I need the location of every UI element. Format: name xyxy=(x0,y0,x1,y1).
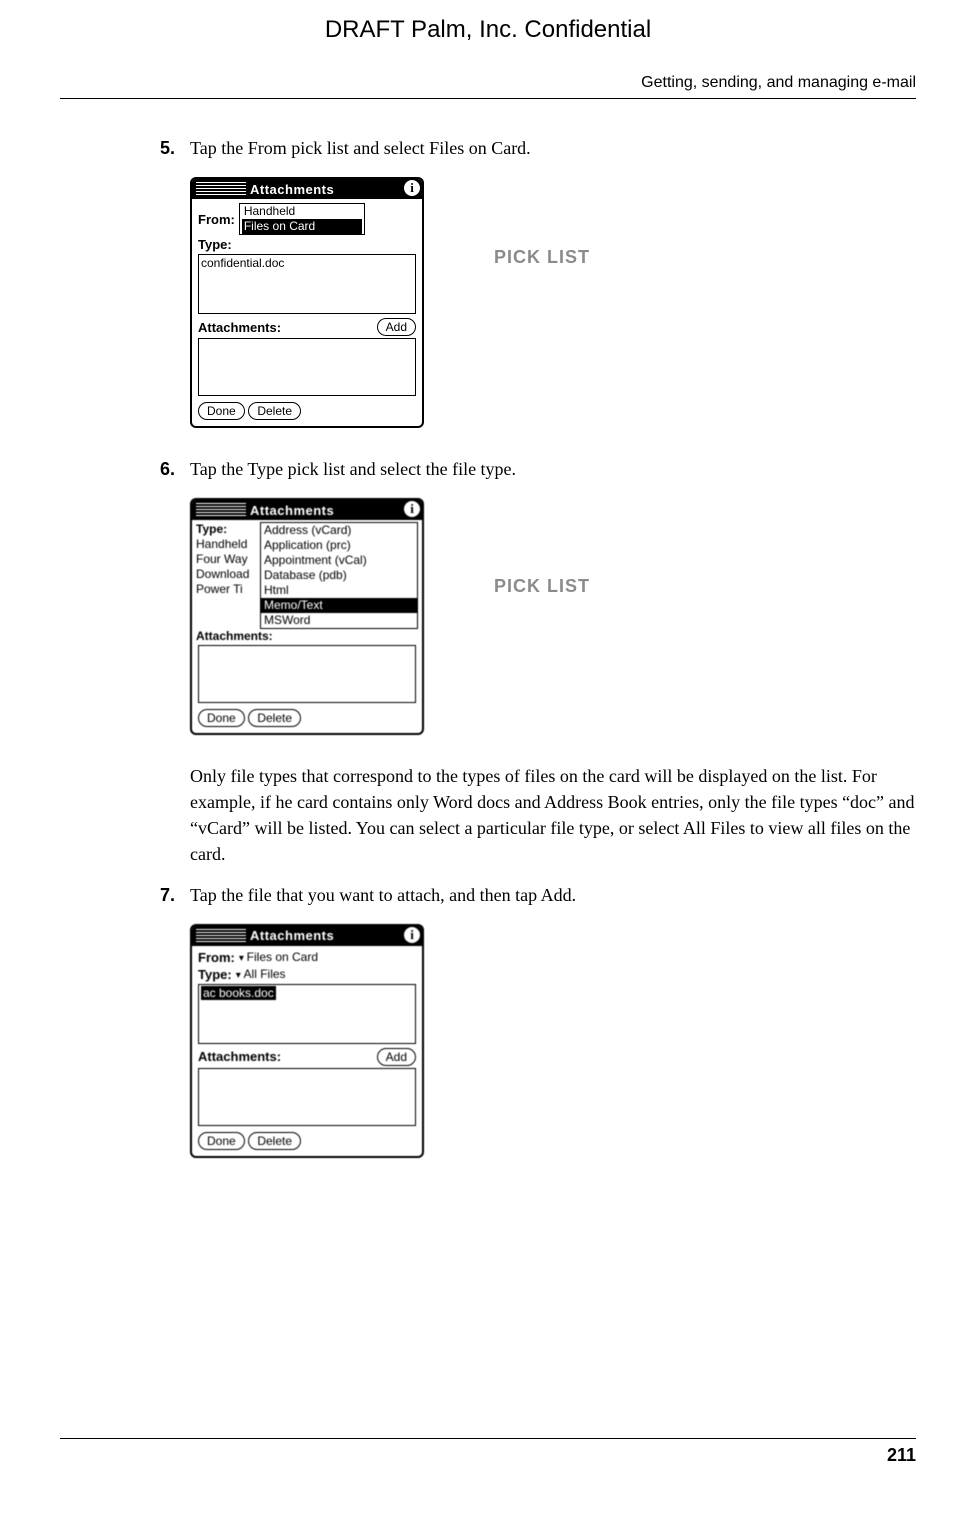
dialog2-title: Attachments xyxy=(250,503,334,518)
dialog2-left-column: Type: Handheld Four Way Download Power T… xyxy=(196,522,260,629)
titlebar-stripes xyxy=(196,929,246,943)
step-5-number: 5. xyxy=(160,135,190,161)
delete-button[interactable]: Delete xyxy=(248,1132,301,1150)
step-7-text: Tap the file that you want to attach, an… xyxy=(190,882,916,908)
titlebar-stripes xyxy=(196,182,246,196)
type-option-selected[interactable]: Memo/Text xyxy=(261,598,417,613)
attachments-list[interactable] xyxy=(198,1068,416,1126)
picklist-callout-2: PICK LIST xyxy=(494,576,590,597)
left-item: Four Way xyxy=(196,552,260,567)
from-label: From: xyxy=(198,950,235,965)
type-option[interactable]: Appointment (vCal) xyxy=(261,553,417,568)
dialog3-titlebar: Attachments i xyxy=(192,926,422,946)
from-picklist-value[interactable]: Files on Card xyxy=(239,950,318,964)
step-6: 6. Tap the Type pick list and select the… xyxy=(160,456,916,482)
step-5-text: Tap the From pick list and select Files … xyxy=(190,135,916,161)
type-option[interactable]: MSWord xyxy=(261,613,417,628)
type-option[interactable]: Html xyxy=(261,583,417,598)
step-6-note: Only file types that correspond to the t… xyxy=(190,763,916,867)
type-picklist-value[interactable]: All Files xyxy=(236,967,286,981)
attachments-list[interactable] xyxy=(198,645,416,703)
left-item: Power Ti xyxy=(196,582,260,597)
step-7: 7. Tap the file that you want to attach,… xyxy=(160,882,916,908)
left-item: Download xyxy=(196,567,260,582)
done-button[interactable]: Done xyxy=(198,402,245,420)
figure-2-row: Attachments i Type: Handheld Four Way Do… xyxy=(190,498,916,735)
type-label: Type: xyxy=(198,237,232,252)
left-item: Handheld xyxy=(196,537,260,552)
file-item-selected[interactable]: ac books.doc xyxy=(201,986,276,1000)
type-label: Type: xyxy=(198,967,232,982)
attachments-dialog-1: Attachments i From: Handheld Files on Ca… xyxy=(190,177,424,428)
figure-3-row: Attachments i From: Files on Card Type: … xyxy=(190,924,916,1158)
type-option[interactable]: Application (prc) xyxy=(261,538,417,553)
file-list[interactable]: ac books.doc xyxy=(198,984,416,1044)
file-list[interactable]: confidential.doc xyxy=(198,254,416,314)
picklist-callout-1: PICK LIST xyxy=(494,247,590,268)
step-6-number: 6. xyxy=(160,456,190,482)
type-label: Type: xyxy=(196,522,260,537)
from-option-handheld[interactable]: Handheld xyxy=(242,204,362,219)
delete-button[interactable]: Delete xyxy=(248,709,301,727)
info-icon[interactable]: i xyxy=(404,927,420,943)
type-option[interactable]: Database (pdb) xyxy=(261,568,417,583)
info-icon[interactable]: i xyxy=(404,180,420,196)
step-7-number: 7. xyxy=(160,882,190,908)
from-label: From: xyxy=(198,212,235,227)
figure-1-row: Attachments i From: Handheld Files on Ca… xyxy=(190,177,916,428)
dialog3-title: Attachments xyxy=(250,928,334,943)
dialog1-title: Attachments xyxy=(250,182,334,197)
type-picklist[interactable]: Address (vCard) Application (prc) Appoin… xyxy=(260,522,418,629)
type-option[interactable]: Address (vCard) xyxy=(261,523,417,538)
done-button[interactable]: Done xyxy=(198,709,245,727)
titlebar-stripes xyxy=(196,503,246,517)
file-item[interactable]: confidential.doc xyxy=(201,256,413,270)
running-head: Getting, sending, and managing e-mail xyxy=(60,74,916,98)
attachments-label: Attachments: xyxy=(198,320,281,335)
attachments-dialog-2: Attachments i Type: Handheld Four Way Do… xyxy=(190,498,424,735)
from-option-files-on-card[interactable]: Files on Card xyxy=(242,219,362,234)
attachments-label: Attachments: xyxy=(192,629,422,643)
done-button[interactable]: Done xyxy=(198,1132,245,1150)
page-number: 211 xyxy=(60,1439,916,1466)
info-icon[interactable]: i xyxy=(404,501,420,517)
delete-button[interactable]: Delete xyxy=(248,402,301,420)
dialog2-titlebar: Attachments i xyxy=(192,500,422,520)
attachments-dialog-3: Attachments i From: Files on Card Type: … xyxy=(190,924,424,1158)
add-button[interactable]: Add xyxy=(377,318,416,336)
add-button[interactable]: Add xyxy=(377,1048,416,1066)
draft-header: DRAFT Palm, Inc. Confidential xyxy=(60,16,916,44)
step-6-text: Tap the Type pick list and select the fi… xyxy=(190,456,916,482)
attachments-label: Attachments: xyxy=(198,1049,281,1064)
dialog1-titlebar: Attachments i xyxy=(192,179,422,199)
attachments-list[interactable] xyxy=(198,338,416,396)
from-picklist[interactable]: Handheld Files on Card xyxy=(239,203,365,235)
step-5: 5. Tap the From pick list and select Fil… xyxy=(160,135,916,161)
